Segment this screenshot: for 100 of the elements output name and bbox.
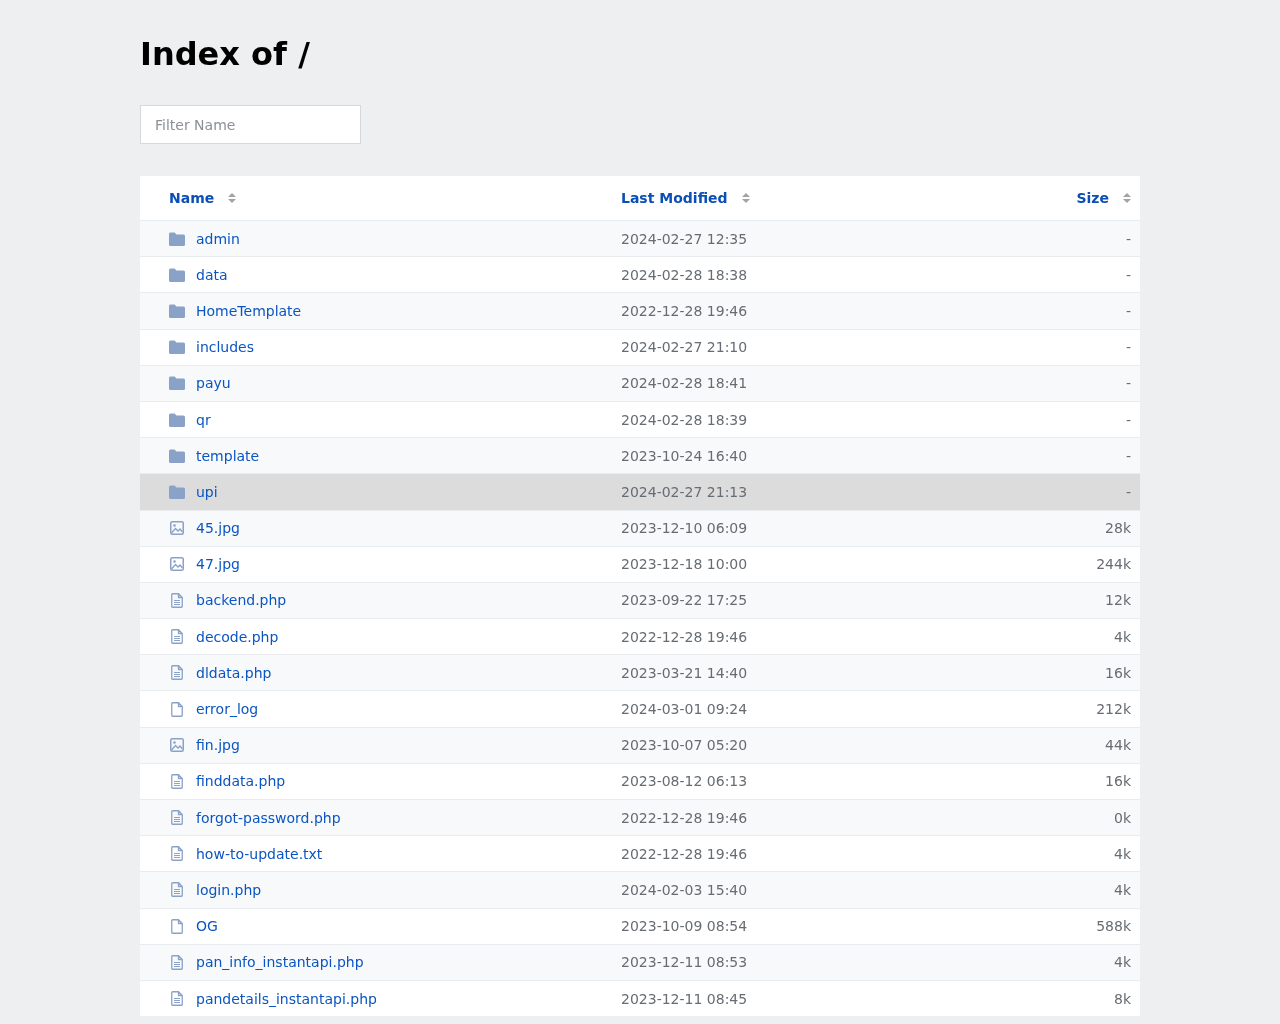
file-link[interactable]: includes bbox=[196, 339, 255, 356]
file-row[interactable]: payu 2024-02-28 18:41 - bbox=[140, 364, 1140, 401]
file-size: - bbox=[1125, 339, 1131, 356]
file-size: - bbox=[1125, 483, 1131, 500]
file-link[interactable]: template bbox=[196, 447, 260, 464]
file-link[interactable]: forgot-password.php bbox=[196, 809, 341, 826]
column-header[interactable]: Name bbox=[169, 190, 215, 206]
modified-date: 2023-12-11 08:45 bbox=[621, 990, 748, 1007]
modified-date: 2023-12-18 10:00 bbox=[621, 556, 748, 573]
file-link[interactable]: login.php bbox=[196, 881, 262, 898]
folder-icon bbox=[169, 376, 185, 391]
sort-icon bbox=[228, 193, 237, 203]
folder-icon bbox=[169, 267, 185, 282]
document-icon bbox=[169, 991, 185, 1007]
file-size: 4k bbox=[1114, 628, 1131, 645]
file-row[interactable]: fin.jpg 2023-10-07 05:20 44k bbox=[140, 726, 1140, 763]
file-link[interactable]: OG bbox=[196, 918, 218, 935]
file-row[interactable]: forgot-password.php 2022-12-28 19:46 0k bbox=[140, 799, 1140, 836]
document-icon bbox=[169, 773, 185, 789]
modified-date: 2024-02-27 21:10 bbox=[621, 339, 748, 356]
file-size: - bbox=[1125, 230, 1131, 247]
file-size: 8k bbox=[1114, 990, 1131, 1007]
file-size: - bbox=[1125, 302, 1131, 319]
file-row[interactable]: pandetails_instantapi.php 2023-12-11 08:45 8k bbox=[140, 979, 1140, 1017]
modified-date: 2024-02-27 12:35 bbox=[621, 230, 748, 247]
document-icon bbox=[169, 810, 185, 826]
document-icon bbox=[169, 954, 185, 970]
file-row[interactable]: error_log 2024-03-01 09:24 212k bbox=[140, 690, 1140, 727]
file-link[interactable]: data bbox=[196, 266, 228, 283]
file-row[interactable]: template 2023-10-24 16:40 - bbox=[140, 437, 1140, 474]
page-title: Index of / bbox=[140, 34, 311, 74]
file-row[interactable]: dldata.php 2023-03-21 14:40 16k bbox=[140, 654, 1140, 691]
file-link[interactable]: dldata.php bbox=[196, 664, 272, 681]
file-link[interactable]: qr bbox=[196, 411, 211, 428]
sort-icon bbox=[741, 193, 750, 203]
file-link[interactable]: backend.php bbox=[196, 592, 287, 609]
file-row[interactable]: admin 2024-02-27 12:35 - bbox=[140, 220, 1140, 257]
file-size: 16k bbox=[1105, 664, 1131, 681]
file-link[interactable]: error_log bbox=[196, 701, 259, 718]
file-size: - bbox=[1125, 447, 1131, 464]
file-link[interactable]: admin bbox=[196, 230, 240, 247]
modified-date: 2023-09-22 17:25 bbox=[621, 592, 748, 609]
file-link[interactable]: pandetails_instantapi.php bbox=[196, 990, 377, 1007]
file-row[interactable]: OG 2023-10-09 08:54 588k bbox=[140, 907, 1140, 944]
file-size: 28k bbox=[1105, 520, 1131, 537]
file-link[interactable]: payu bbox=[196, 375, 231, 392]
column-header[interactable]: Last Modified bbox=[621, 190, 728, 206]
file-row[interactable]: login.php 2024-02-03 15:40 4k bbox=[140, 871, 1140, 908]
image-icon bbox=[169, 557, 185, 572]
file-link[interactable]: pan_info_instantapi.php bbox=[196, 954, 364, 971]
file-size: 588k bbox=[1096, 918, 1131, 935]
file-size: 44k bbox=[1105, 737, 1131, 754]
modified-date: 2024-02-27 21:13 bbox=[621, 483, 748, 500]
filter-field[interactable]: Filter Name bbox=[140, 105, 361, 144]
file-size: 4k bbox=[1114, 954, 1131, 971]
modified-date: 2023-10-09 08:54 bbox=[621, 918, 748, 935]
folder-icon bbox=[169, 484, 185, 499]
file-icon bbox=[169, 701, 185, 717]
file-link[interactable]: finddata.php bbox=[196, 773, 286, 790]
file-link[interactable]: upi bbox=[196, 483, 218, 500]
folder-icon bbox=[169, 231, 185, 246]
file-link[interactable]: fin.jpg bbox=[196, 737, 240, 754]
modified-date: 2022-12-28 19:46 bbox=[621, 302, 748, 319]
document-icon bbox=[169, 846, 185, 862]
modified-date: 2023-03-21 14:40 bbox=[621, 664, 748, 681]
modified-date: 2024-02-03 15:40 bbox=[621, 881, 748, 898]
file-size: 244k bbox=[1096, 556, 1131, 573]
image-icon bbox=[169, 738, 185, 753]
document-icon bbox=[169, 882, 185, 898]
modified-date: 2022-12-28 19:46 bbox=[621, 628, 748, 645]
document-icon bbox=[169, 665, 185, 681]
file-size: 4k bbox=[1114, 881, 1131, 898]
file-row[interactable]: includes 2024-02-27 21:10 - bbox=[140, 328, 1140, 365]
file-size: 16k bbox=[1105, 773, 1131, 790]
file-row[interactable]: 47.jpg 2023-12-18 10:00 244k bbox=[140, 545, 1140, 582]
modified-date: 2023-12-11 08:53 bbox=[621, 954, 748, 971]
modified-date: 2023-08-12 06:13 bbox=[621, 773, 748, 790]
column-header[interactable]: Size bbox=[1076, 190, 1109, 206]
sort-icon bbox=[1123, 193, 1131, 203]
file-row[interactable]: backend.php 2023-09-22 17:25 12k bbox=[140, 581, 1140, 619]
file-row[interactable]: upi 2024-02-27 21:13 - bbox=[140, 473, 1140, 510]
file-link[interactable]: 47.jpg bbox=[196, 556, 240, 573]
file-link[interactable]: 45.jpg bbox=[196, 520, 240, 537]
modified-date: 2022-12-28 19:46 bbox=[621, 809, 748, 826]
modified-date: 2024-02-28 18:41 bbox=[621, 375, 748, 392]
folder-icon bbox=[169, 303, 185, 318]
file-row[interactable]: HomeTemplate 2022-12-28 19:46 - bbox=[140, 292, 1140, 329]
file-size: 4k bbox=[1114, 845, 1131, 862]
file-row[interactable]: pan_info_instantapi.php 2023-12-11 08:53 4k bbox=[140, 943, 1140, 980]
modified-date: 2023-10-07 05:20 bbox=[621, 737, 748, 754]
modified-date: 2024-03-01 09:24 bbox=[621, 701, 748, 718]
modified-date: 2023-10-24 16:40 bbox=[621, 447, 748, 464]
file-link[interactable]: HomeTemplate bbox=[196, 302, 302, 319]
file-link[interactable]: decode.php bbox=[196, 628, 279, 645]
file-link[interactable]: how-to-update.txt bbox=[196, 845, 323, 862]
file-row[interactable]: 45.jpg 2023-12-10 06:09 28k bbox=[140, 509, 1140, 546]
image-icon bbox=[169, 521, 185, 536]
modified-date: 2024-02-28 18:38 bbox=[621, 266, 748, 283]
document-icon bbox=[169, 629, 185, 645]
file-size: 12k bbox=[1105, 592, 1131, 609]
